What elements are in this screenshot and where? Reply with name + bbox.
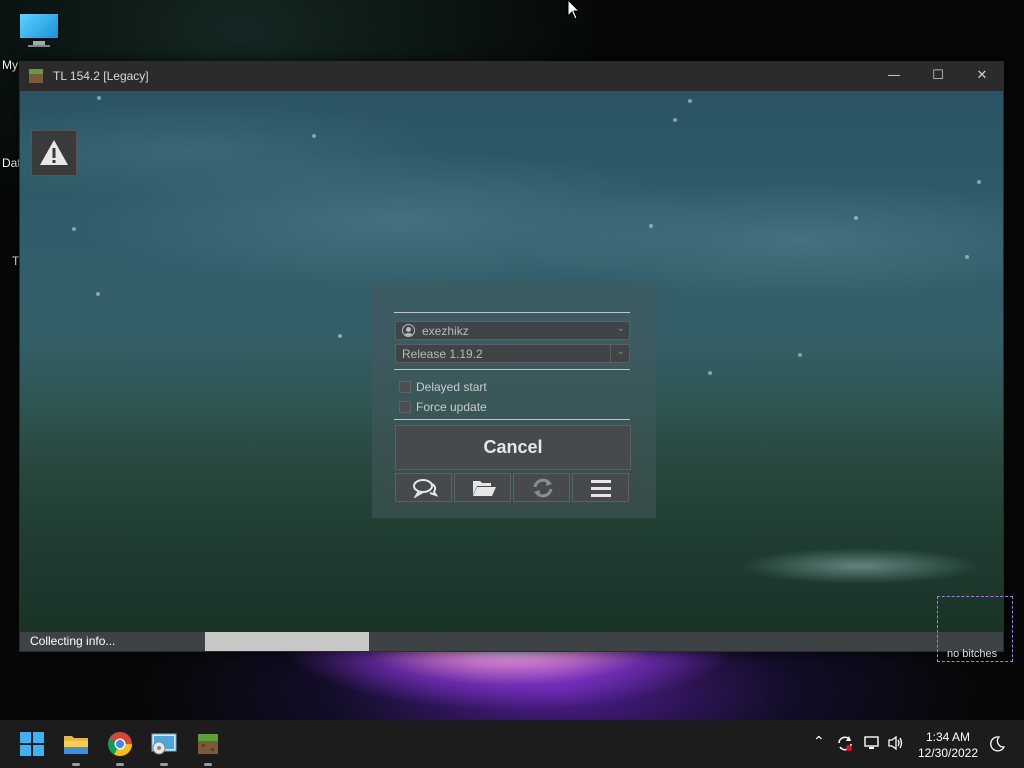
running-indicator [116, 763, 124, 766]
combo-separator [610, 345, 611, 362]
taskbar-file-explorer[interactable] [60, 728, 92, 766]
minecraft-launcher-icon [198, 734, 218, 754]
star [312, 134, 316, 138]
volume-icon[interactable] [887, 735, 905, 751]
background-scene: exezhikz ⌄ Release 1.19.2 ⌄ Delayed star… [20, 91, 1003, 634]
user-icon [402, 324, 415, 337]
window-title: TL 154.2 [Legacy] [53, 69, 149, 83]
clock-time: 1:34 AM [925, 730, 971, 744]
star [854, 216, 858, 220]
divider [394, 312, 630, 313]
account-name: exezhikz [422, 324, 469, 338]
update-icon[interactable] [836, 734, 854, 752]
chevron-up-icon[interactable]: ⌃ [813, 734, 825, 750]
divider [394, 419, 630, 420]
star [708, 371, 712, 375]
star [977, 180, 981, 184]
control-panel-icon [151, 733, 177, 755]
tooltip-box: no bitches [937, 596, 1013, 662]
file-explorer-icon [64, 736, 88, 754]
network-icon[interactable] [863, 735, 881, 751]
taskbar: ⌃ [0, 720, 1024, 768]
window-titlebar[interactable]: TL 154.2 [Legacy] — ☐ ✕ [20, 62, 1003, 91]
divider [394, 369, 630, 370]
delayed-start-checkbox[interactable] [399, 381, 411, 393]
folder-icon [473, 481, 496, 496]
refresh-button[interactable] [513, 473, 570, 502]
star [965, 255, 969, 259]
warning-icon [40, 140, 68, 165]
moon-icon[interactable] [988, 735, 1006, 753]
star [673, 118, 677, 122]
chat-icon [413, 479, 438, 498]
progress-bar [205, 632, 369, 651]
status-bar: Collecting info... [20, 632, 1003, 651]
star [96, 292, 100, 296]
mouse-cursor-icon [567, 0, 579, 20]
running-indicator [72, 763, 80, 766]
refresh-icon [533, 478, 553, 498]
version-select[interactable]: Release 1.19.2 ⌄ [395, 344, 630, 363]
close-button[interactable]: ✕ [960, 62, 1004, 91]
warning-button[interactable] [31, 130, 77, 176]
folder-button[interactable] [454, 473, 511, 502]
status-text: Collecting info... [30, 634, 116, 648]
account-select[interactable]: exezhikz ⌄ [395, 321, 630, 340]
star [97, 96, 101, 100]
menu-icon [591, 480, 611, 497]
version-name: Release 1.19.2 [402, 347, 483, 361]
delayed-start-label: Delayed start [416, 380, 487, 394]
grass-block-icon [29, 69, 43, 83]
windows-start-icon [20, 732, 44, 756]
star [72, 227, 76, 231]
clock-date: 12/30/2022 [917, 746, 979, 760]
desktop-icon-label-this-pc[interactable]: My [2, 58, 18, 72]
taskbar-chrome[interactable] [104, 728, 136, 766]
chrome-icon [107, 732, 132, 757]
star [798, 353, 802, 357]
maximize-button[interactable]: ☐ [916, 62, 960, 91]
force-update-label: Force update [416, 400, 487, 414]
chevron-down-icon: ⌄ [616, 323, 625, 334]
cancel-button[interactable]: Cancel [395, 425, 631, 470]
star [649, 224, 653, 228]
taskbar-clock[interactable]: 1:34 AM 12/30/2022 [913, 729, 983, 761]
chat-button[interactable] [395, 473, 452, 502]
launcher-panel: exezhikz ⌄ Release 1.19.2 ⌄ Delayed star… [372, 282, 656, 518]
menu-button[interactable] [572, 473, 629, 502]
tooltip-text: no bitches [947, 648, 998, 660]
running-indicator [160, 763, 168, 766]
minimize-button[interactable]: — [872, 62, 916, 91]
start-button[interactable] [16, 728, 48, 760]
chevron-down-icon: ⌄ [616, 346, 625, 357]
force-update-checkbox[interactable] [399, 401, 411, 413]
star [688, 99, 692, 103]
launcher-window: TL 154.2 [Legacy] — ☐ ✕ exezhikz ⌄ Relea… [19, 61, 1004, 652]
star [338, 334, 342, 338]
desktop-icon-label-data[interactable]: Dat [2, 156, 21, 170]
running-indicator [204, 763, 212, 766]
taskbar-launcher[interactable] [192, 728, 224, 766]
taskbar-control-panel[interactable] [148, 728, 180, 766]
this-pc-icon[interactable] [18, 12, 60, 48]
